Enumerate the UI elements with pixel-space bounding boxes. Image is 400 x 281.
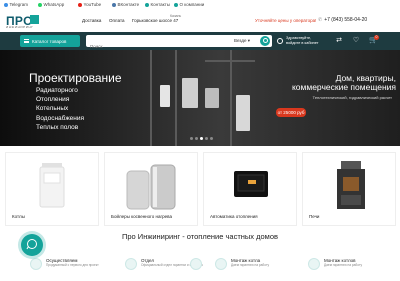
topbar-link-about[interactable]: О компании <box>174 2 204 7</box>
hero-right-title: Дом, квартиры, коммерческие помещения <box>291 73 396 92</box>
slider-dot-active[interactable] <box>200 137 203 140</box>
hero-banner[interactable]: Проектирование Радиаторного Отопления Ко… <box>0 50 400 146</box>
category-card-stoves[interactable]: Печи <box>302 152 396 226</box>
installation-icon <box>215 258 227 270</box>
top-bar: Telegram WhatsApp YouTube ВКонтакте Конт… <box>0 0 400 10</box>
promo-text: Уточняйте цены у оператора! <box>255 18 317 23</box>
hero-list-item: Котельных <box>36 105 69 113</box>
phone-link[interactable]: ✆ +7 (843) 558-04-20 <box>318 17 367 23</box>
topbar-link-whatsapp[interactable]: WhatsApp <box>38 2 64 7</box>
nav-address[interactable]: Горьковское шоссе 47 <box>132 18 178 23</box>
slider-dot[interactable] <box>195 137 198 140</box>
hero-title: Проектирование <box>29 71 122 85</box>
compare-icon[interactable]: ⇄ <box>335 37 343 45</box>
topbar-link-youtube[interactable]: YouTube <box>78 2 101 7</box>
phone-icon: ✆ <box>318 17 323 23</box>
logo[interactable]: ПРО ИНЖИНИРИНГ <box>6 14 74 30</box>
boiler-illustration <box>160 85 170 107</box>
hero-list-item: Отопления <box>36 96 70 104</box>
hero-list-item: Радиаторного <box>36 87 78 94</box>
vk-icon <box>112 2 116 7</box>
feature-item: Монтаж котла Даем гарантию на работу <box>215 258 269 270</box>
topbar-link-telegram[interactable]: Telegram <box>4 2 28 7</box>
price-badge[interactable]: от 25000 руб <box>276 108 306 117</box>
warranty-icon <box>308 258 320 270</box>
telegram-icon <box>4 2 8 7</box>
topbar-link-vk[interactable]: ВКонтакте <box>112 2 139 7</box>
menu-icon <box>24 39 29 43</box>
youtube-icon <box>78 2 82 7</box>
slider-dot[interactable] <box>205 137 208 140</box>
catalog-button[interactable]: Каталог товаров <box>20 35 80 47</box>
cart-count-badge: 0 <box>374 35 379 40</box>
city-label: Казань <box>170 14 182 18</box>
chat-button[interactable] <box>21 234 43 256</box>
category-card-water-heaters[interactable]: Бойлеры косвенного нагрева <box>104 152 198 226</box>
slider-dots <box>190 137 215 140</box>
logo-square-icon <box>30 15 39 24</box>
category-card-boilers[interactable]: Котлы <box>5 152 99 226</box>
slider-dot[interactable] <box>210 137 213 140</box>
quality-icon <box>125 258 137 270</box>
search-scope-select[interactable]: Везде ▾ <box>234 38 250 44</box>
feature-item: Осуществляем Продуманный с первого дня пр… <box>30 258 99 270</box>
info-icon <box>174 2 178 7</box>
search-box: Везде ▾ <box>86 35 272 53</box>
user-icon <box>277 37 283 44</box>
tools-icon <box>190 258 202 270</box>
header: ПРО ИНЖИНИРИНГ Доставка Оплата Горьковск… <box>0 10 400 34</box>
design-icon <box>30 258 42 270</box>
pin-icon <box>145 2 149 7</box>
nav-delivery[interactable]: Доставка <box>82 18 101 23</box>
hero-list-item: Водоснабжения <box>36 114 85 122</box>
hero-right-subtitle: Теплотехнический, гидравлический расчет <box>312 95 392 100</box>
hero-list: Радиаторного Отопления Котельных Водосна… <box>36 86 84 132</box>
whatsapp-icon <box>38 2 42 7</box>
feature-item <box>190 258 206 270</box>
search-icon[interactable] <box>260 36 270 46</box>
category-card-automation[interactable]: Автоматика отопления <box>203 152 297 226</box>
topbar-link-contacts[interactable]: Контакты <box>145 2 170 7</box>
hero-list-item: Теплых полов <box>36 123 79 131</box>
section-title: Про Инжиниринг - отопление частных домов <box>121 232 278 241</box>
logo-subtitle: ИНЖИНИРИНГ <box>6 25 34 29</box>
nav-payment[interactable]: Оплата <box>109 18 124 23</box>
feature-item: Монтаж котлов Даем гарантию на работу <box>308 258 362 270</box>
slider-dot[interactable] <box>190 137 193 140</box>
account-link[interactable]: Здравствуйте, войдите в кабинет <box>277 36 318 45</box>
favorites-icon[interactable]: ♡ <box>352 37 360 45</box>
